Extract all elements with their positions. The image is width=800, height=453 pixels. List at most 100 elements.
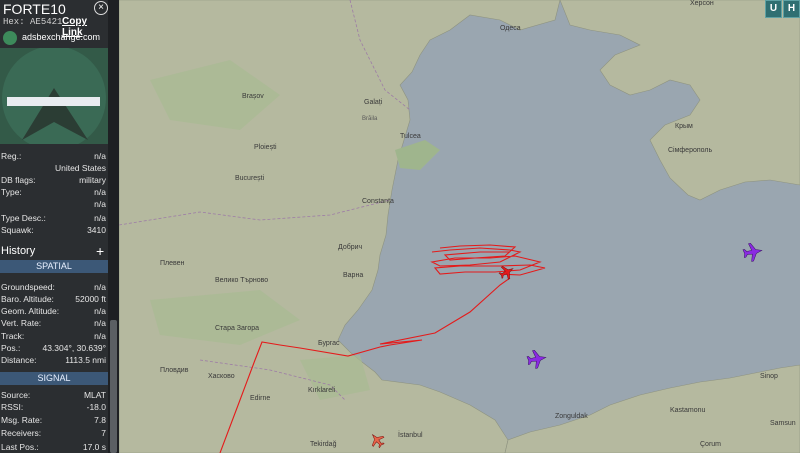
map-canvas[interactable]: Одеса Херсон Brașov Galați Brăila Tulcea…	[119, 0, 800, 453]
detail-row: n/a	[0, 199, 108, 211]
detail-row: Type Desc.: n/a	[0, 213, 108, 225]
spatial-value: 52000 ft	[75, 294, 106, 304]
map-label: Плевен	[160, 260, 185, 267]
spatial-value: n/a	[94, 318, 106, 328]
panel-scrollbar-thumb[interactable]	[110, 320, 117, 453]
spatial-row: Geom. Altitude: n/a	[0, 306, 108, 318]
map-label: Крым	[675, 123, 693, 130]
spatial-row: Distance: 1113.5 nmi	[0, 355, 108, 367]
callsign-title: FORTE10	[3, 1, 66, 17]
map-label: Велико Търново	[215, 277, 268, 284]
map-label: Бургас	[318, 340, 340, 347]
detail-label: Squawk:	[1, 225, 34, 235]
spatial-row: Baro. Altitude: 52000 ft	[0, 294, 108, 306]
spatial-label: Vert. Rate:	[1, 318, 42, 328]
map-label: Одеса	[500, 25, 521, 32]
signal-section-header[interactable]: SIGNAL	[0, 372, 108, 385]
expand-plus-icon[interactable]: +	[96, 243, 104, 259]
map-label: Tulcea	[400, 133, 421, 140]
map-label: București	[235, 175, 265, 182]
map-label: Zonguldak	[555, 413, 588, 420]
site-link[interactable]: adsbexchange.com	[22, 32, 100, 42]
spatial-label: Baro. Altitude:	[1, 294, 54, 304]
signal-row: Receivers: 7	[0, 428, 108, 440]
map-label: Kastamonu	[670, 407, 706, 414]
detail-label: DB flags:	[1, 175, 36, 185]
photo-caption-bar	[7, 97, 100, 106]
spatial-value: 43.304°, 30.639°	[42, 343, 106, 353]
spatial-label: Track:	[1, 331, 25, 341]
spatial-label: Geom. Altitude:	[1, 306, 60, 316]
map-button-u[interactable]: U	[765, 0, 782, 18]
signal-label: RSSI:	[1, 402, 24, 412]
map-label: Стара Загора	[215, 325, 259, 332]
detail-row: DB flags: military	[0, 175, 108, 187]
history-heading[interactable]: History	[1, 245, 35, 257]
signal-row: RSSI: -18.0	[0, 402, 108, 414]
detail-row: Squawk: 3410	[0, 225, 108, 237]
aircraft-info-panel: FORTE10 × Hex: AE5421 Copy Link adsbexch…	[0, 0, 108, 453]
signal-value: 7	[101, 428, 106, 438]
spatial-value: 1113.5 nmi	[65, 355, 106, 365]
signal-row: Last Pos.: 17.0 s	[0, 442, 108, 453]
detail-row: Type: n/a	[0, 187, 108, 199]
spatial-value: n/a	[94, 306, 106, 316]
spatial-row: Groundspeed: n/a	[0, 282, 108, 294]
map-label: Добрич	[338, 243, 363, 251]
map-label: Çorum	[700, 441, 721, 448]
map-button-h[interactable]: H	[783, 0, 800, 18]
close-icon[interactable]: ×	[94, 1, 108, 15]
adsbexchange-logo-icon	[3, 31, 17, 45]
hex-row: Hex: AE5421	[3, 17, 62, 27]
signal-row: Msg. Rate: 7.8	[0, 415, 108, 427]
detail-value: military	[79, 175, 106, 185]
spatial-value: n/a	[94, 331, 106, 341]
signal-label: Msg. Rate:	[1, 415, 43, 425]
signal-label: Last Pos.:	[1, 442, 39, 452]
signal-value: 7.8	[94, 415, 106, 425]
signal-label: Receivers:	[1, 428, 42, 438]
aircraft-silhouette-icon	[2, 46, 106, 150]
map-label: Ploiești	[254, 144, 277, 151]
signal-value: -18.0	[86, 402, 106, 412]
spatial-row: Pos.: 43.304°, 30.639°	[0, 343, 108, 355]
spatial-label: Distance:	[1, 355, 37, 365]
detail-value: n/a	[94, 213, 106, 223]
aircraft-photo-placeholder	[0, 46, 108, 150]
map-label: Kırklareli	[308, 387, 336, 394]
hex-label: Hex:	[3, 17, 25, 27]
map-label: Constanța	[362, 198, 394, 205]
spatial-row: Track: n/a	[0, 331, 108, 343]
detail-label: Type:	[1, 187, 22, 197]
map-label: Sinop	[760, 373, 778, 380]
map-label: Варна	[343, 272, 363, 279]
signal-label: Source:	[1, 390, 31, 400]
map-label: Хасково	[208, 373, 235, 380]
signal-value: 17.0 s	[82, 442, 106, 452]
detail-row: United States	[0, 163, 108, 175]
spatial-label: Groundspeed:	[1, 282, 55, 292]
spatial-value: n/a	[94, 282, 106, 292]
map-label: Пловдив	[160, 367, 189, 374]
map-label: Brăila	[362, 116, 378, 122]
spatial-row: Vert. Rate: n/a	[0, 318, 108, 330]
signal-value: MLAT	[83, 390, 106, 400]
signal-row: Source: MLAT	[0, 390, 108, 402]
map-label: Edirne	[250, 395, 270, 402]
hex-value: AE5421	[30, 17, 63, 27]
map-label: Сімферополь	[668, 146, 712, 154]
spatial-section-header[interactable]: SPATIAL	[0, 260, 108, 273]
detail-value: United States	[54, 163, 106, 173]
map-label: Brașov	[242, 93, 264, 100]
map-label: Samsun	[770, 420, 796, 427]
map-label: Tekirdağ	[310, 441, 337, 448]
detail-value: n/a	[94, 187, 106, 197]
map-label: İstanbul	[398, 430, 423, 439]
detail-value: n/a	[94, 199, 106, 209]
detail-label: Type Desc.:	[1, 213, 46, 223]
detail-value: 3410	[87, 225, 106, 235]
detail-row: Reg.: n/a	[0, 151, 108, 163]
detail-label: Reg.:	[1, 151, 22, 161]
spatial-label: Pos.:	[1, 343, 21, 353]
map-label: Galați	[364, 99, 383, 106]
